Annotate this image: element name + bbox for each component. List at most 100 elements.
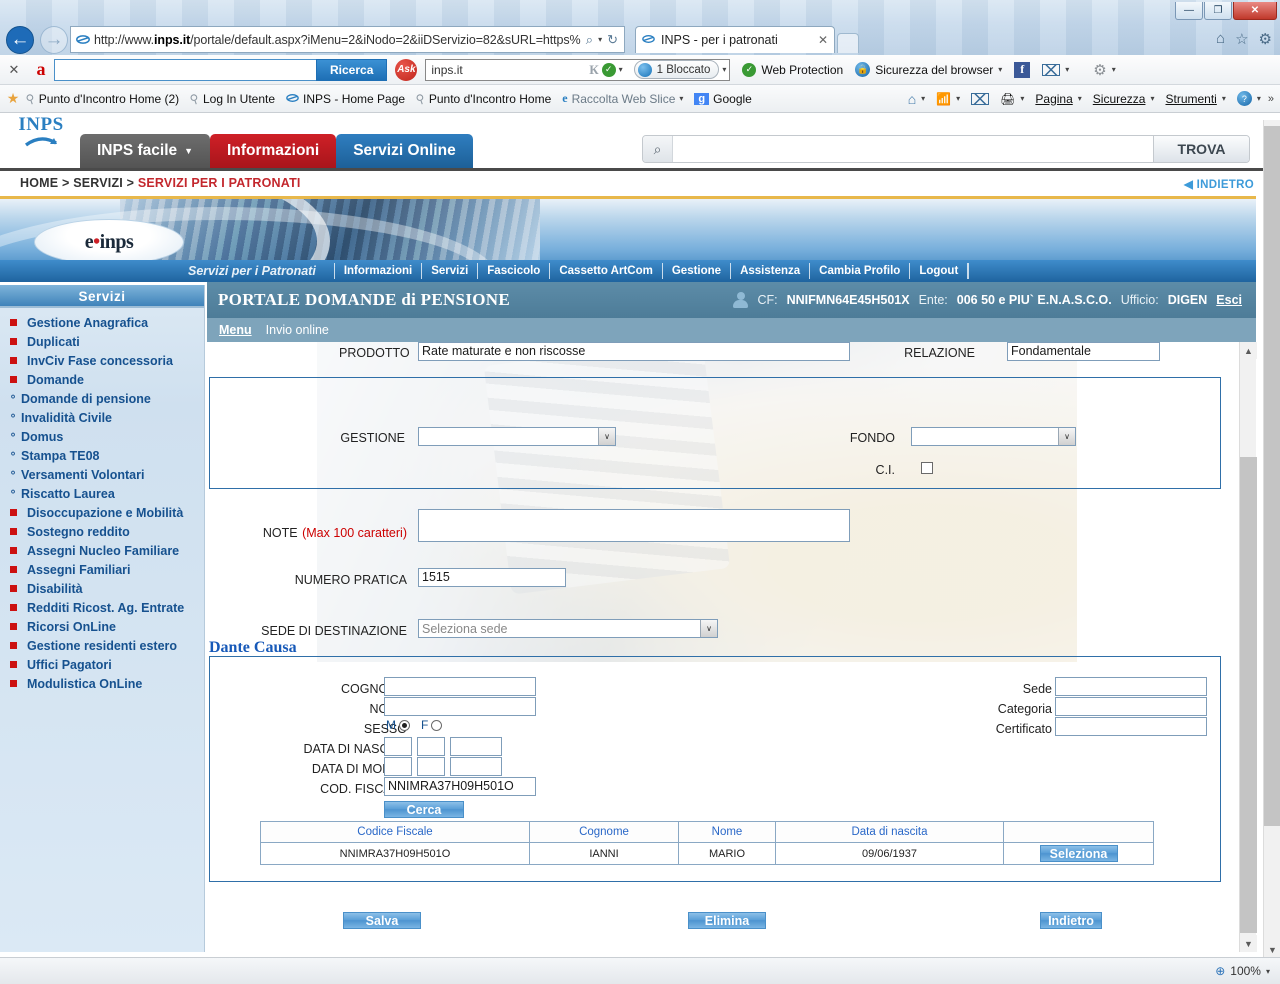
breadcrumb-servizi[interactable]: SERVIZI (73, 176, 123, 190)
chevron-down-icon[interactable]: ▾ (679, 94, 683, 103)
sidebar-item-uffici-pagatori[interactable]: Uffici Pagatori (0, 655, 204, 674)
tab-inps-facile[interactable]: INPS facile ▼ (80, 134, 211, 168)
data-nascita-day-input[interactable] (384, 737, 412, 756)
banner-menu-gestione[interactable]: Gestione (661, 263, 730, 279)
tools-gear-icon[interactable]: ⚙ (1259, 30, 1272, 48)
new-tab-button[interactable] (837, 33, 859, 53)
scroll-up-icon[interactable]: ▲ (1240, 342, 1257, 359)
sidebar-item-disabilita[interactable]: Disabilità (0, 579, 204, 598)
chevron-down-icon[interactable]: ▾ (921, 94, 925, 103)
inner-scrollbar-thumb[interactable] (1240, 457, 1257, 933)
data-nascita-year-input[interactable] (450, 737, 502, 756)
chevron-down-icon[interactable]: ▾ (619, 65, 623, 74)
back-link[interactable]: ◀ INDIETRO (1184, 177, 1254, 191)
page-menu-button[interactable]: Pagina ▾ (1035, 92, 1081, 106)
note-input[interactable] (418, 509, 850, 542)
back-navigation-icon[interactable]: ← (6, 26, 34, 54)
sidebar-item-ricorsi-online[interactable]: Ricorsi OnLine (0, 617, 204, 636)
favorites-star-icon[interactable]: ☆ (1235, 30, 1248, 48)
sidebar-item-gestione-anagrafica[interactable]: Gestione Anagrafica (0, 313, 204, 332)
mail-share-button[interactable]: ▾ (1042, 63, 1069, 76)
gestione-select[interactable]: ∨ (418, 427, 616, 446)
close-tab-icon[interactable]: ✕ (804, 33, 828, 47)
toolbar-overflow-icon[interactable]: » (1268, 93, 1274, 105)
restore-button[interactable]: ❐ (1204, 2, 1232, 20)
indietro-button[interactable]: Indietro (1040, 912, 1102, 929)
chevron-down-icon[interactable]: ▾ (1078, 94, 1082, 103)
data-morte-year-input[interactable] (450, 757, 502, 776)
chevron-down-icon[interactable]: ▾ (1020, 94, 1024, 103)
web-protection-item[interactable]: ✓ Web Protection (742, 62, 843, 77)
numero-pratica-input[interactable]: 1515 (418, 568, 566, 587)
sidebar-item-versamenti-volontari[interactable]: ° Versamenti Volontari (0, 465, 204, 484)
banner-menu-informazioni[interactable]: Informazioni (333, 263, 421, 279)
sidebar-item-sostegno-reddito[interactable]: Sostegno reddito (0, 522, 204, 541)
cognome-input[interactable] (384, 677, 536, 696)
chevron-down-icon[interactable]: ▾ (722, 65, 726, 74)
banner-menu-assistenza[interactable]: Assistenza (730, 263, 809, 279)
sidebar-item-gestione-residenti-estero[interactable]: Gestione residenti estero (0, 636, 204, 655)
sesso-f-radio[interactable] (431, 719, 443, 731)
home-icon[interactable]: ⌂ (1216, 30, 1225, 48)
add-favorite-icon[interactable]: ★ (0, 90, 26, 107)
chevron-down-icon[interactable]: ▾ (1065, 65, 1069, 74)
elimina-button[interactable]: Elimina (688, 912, 766, 929)
search-icon[interactable]: ⌕ (586, 32, 593, 48)
blocked-counter[interactable]: 1 Bloccato (633, 60, 720, 79)
sidebar-item-redditi-ricost-ag-entrate[interactable]: Redditi Ricost. Ag. Entrate (0, 598, 204, 617)
data-morte-month-input[interactable] (417, 757, 445, 776)
chevron-down-icon[interactable]: ▾ (998, 65, 1002, 74)
site-indicator-box[interactable]: inps.it К ✓ ▾ 1 Bloccato ▾ (425, 58, 731, 81)
chevron-down-icon[interactable]: ▾ (1222, 94, 1226, 103)
sidebar-item-modulistica-online[interactable]: Modulistica OnLine (0, 674, 204, 693)
sidebar-item-domande[interactable]: Domande (0, 370, 204, 389)
favorite-item[interactable]: INPS - Home Page (286, 92, 405, 106)
salva-button[interactable]: Salva (343, 912, 421, 929)
sidebar-item-stampa-te08[interactable]: ° Stampa TE08 (0, 446, 204, 465)
subnav-menu-link[interactable]: Menu (219, 323, 252, 337)
sidebar-item-riscatto-laurea[interactable]: ° Riscatto Laurea (0, 484, 204, 503)
favorite-item[interactable]: e Raccolta Web Slice ▾ (562, 91, 683, 106)
feeds-button[interactable]: 📶 ▾ (936, 92, 960, 106)
seleziona-button[interactable]: Seleziona (1039, 845, 1118, 862)
data-morte-day-input[interactable] (384, 757, 412, 776)
help-button[interactable]: ? ▾ (1236, 91, 1261, 106)
scroll-down-icon[interactable]: ▼ (1240, 935, 1257, 952)
browser-security-item[interactable]: 🔒 Sicurezza del browser ▾ (855, 62, 1002, 77)
sidebar-item-domus[interactable]: ° Domus (0, 427, 204, 446)
browser-tab[interactable]: INPS - per i patronati ✕ (635, 26, 835, 53)
sidebar-item-invciv-fase-concessoria[interactable]: InvCiv Fase concessoria (0, 351, 204, 370)
favorite-item[interactable]: ⚲ Log In Utente (188, 90, 275, 106)
chevron-down-icon[interactable]: ▾ (1266, 967, 1270, 976)
home-button[interactable]: ⌂ ▾ (908, 91, 925, 107)
chevron-down-icon[interactable]: ▾ (1257, 94, 1261, 103)
facebook-share-button[interactable]: f (1014, 61, 1031, 78)
zoom-control[interactable]: ⊕ 100% ▾ (1215, 964, 1280, 978)
page-scrollbar-thumb[interactable] (1264, 126, 1280, 826)
sidebar-item-assegni-nucleo-familiare[interactable]: Assegni Nucleo Familiare (0, 541, 204, 560)
data-nascita-month-input[interactable] (417, 737, 445, 756)
cerca-button[interactable]: Cerca (384, 801, 464, 818)
toolbar-close-icon[interactable]: ✕ (0, 62, 28, 78)
relazione-input[interactable]: Fondamentale (1007, 342, 1160, 361)
page-scrollbar[interactable]: ▼ (1263, 120, 1280, 958)
site-search-button[interactable]: TROVA (1153, 136, 1249, 162)
favorite-item[interactable]: ⚲ Punto d'Incontro Home (414, 90, 551, 106)
chevron-down-icon[interactable]: ▾ (1150, 94, 1154, 103)
print-button[interactable]: 🖨 ▾ (1000, 92, 1024, 106)
inps-logo[interactable]: INPS (16, 115, 66, 156)
sidebar-item-domande-di-pensione[interactable]: ° Domande di pensione (0, 389, 204, 408)
fondo-select[interactable]: ∨ (911, 427, 1076, 446)
breadcrumb-home[interactable]: HOME (20, 176, 58, 190)
site-search-input[interactable] (673, 136, 1153, 162)
chevron-down-icon[interactable]: ▾ (598, 35, 602, 44)
address-bar[interactable]: http://www.inps.it/portale/default.aspx?… (70, 26, 625, 53)
banner-menu-cassetto-artcom[interactable]: Cassetto ArtCom (549, 263, 662, 279)
tab-servizi-online[interactable]: Servizi Online (336, 134, 473, 168)
prodotto-input[interactable]: Rate maturate e non riscosse (418, 342, 850, 361)
chevron-down-icon[interactable]: ▾ (956, 94, 960, 103)
categoria-input[interactable] (1055, 697, 1207, 716)
cod-fiscale-input[interactable]: NNIMRA37H09H501O (384, 777, 536, 796)
sesso-m-radio[interactable] (399, 719, 410, 731)
mail-button[interactable] (971, 92, 990, 105)
